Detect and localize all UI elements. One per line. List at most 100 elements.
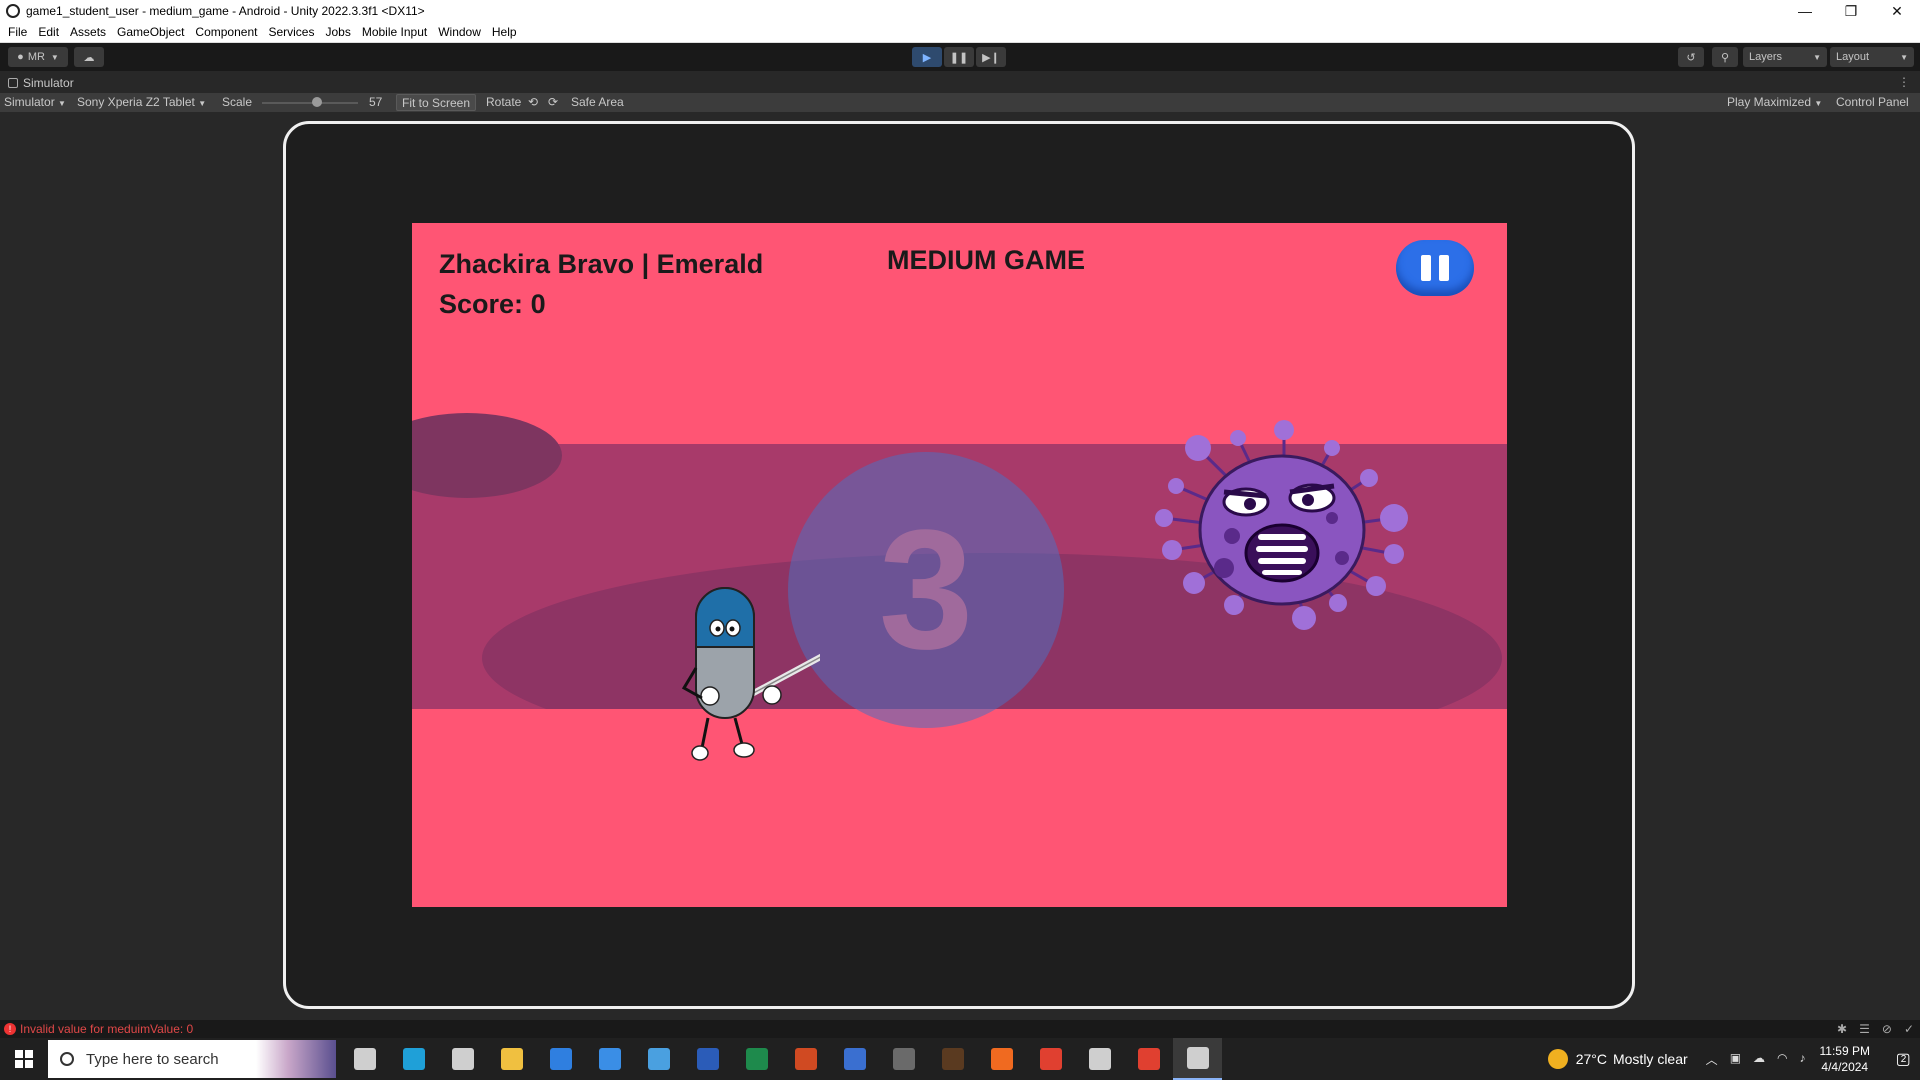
menu-component[interactable]: Component xyxy=(191,25,264,39)
bug-icon[interactable]: ✱ xyxy=(1837,1022,1847,1036)
taskbar-search-box[interactable]: Type here to search xyxy=(48,1040,336,1078)
pause-editor-button[interactable]: ❚❚ xyxy=(944,47,974,67)
error-icon: ! xyxy=(4,1023,16,1035)
minecraft-icon xyxy=(941,1048,964,1070)
menu-mobile-input[interactable]: Mobile Input xyxy=(358,25,434,39)
menu-gameobject[interactable]: GameObject xyxy=(113,25,191,39)
onedrive-icon[interactable]: ☁ xyxy=(1753,1051,1765,1068)
safe-area-toggle[interactable]: Safe Area xyxy=(571,95,624,109)
menu-assets[interactable]: Assets xyxy=(66,25,113,39)
system-tray: 27°C Mostly clear ︿ ▣ ☁ ◠ ♪ 11:59 PM 4/4… xyxy=(1547,1038,1920,1080)
taskbar-app-button[interactable] xyxy=(487,1038,536,1080)
scale-slider-handle[interactable] xyxy=(311,97,322,107)
taskbar-app-button[interactable] xyxy=(1026,1038,1075,1080)
weather-condition[interactable]: Mostly clear xyxy=(1613,1051,1688,1067)
taskbar-app-button[interactable] xyxy=(732,1038,781,1080)
close-button[interactable]: ✕ xyxy=(1874,0,1920,22)
taskbar-app-button[interactable] xyxy=(1124,1038,1173,1080)
cache-icon[interactable]: ☰ xyxy=(1859,1022,1870,1036)
taskbar-app-button[interactable] xyxy=(683,1038,732,1080)
menu-help[interactable]: Help xyxy=(488,25,524,39)
menu-edit[interactable]: Edit xyxy=(34,25,66,39)
window-controls: — ❐ ✕ xyxy=(1782,0,1920,22)
score-label: Score: xyxy=(439,289,524,319)
taskbar-app-button[interactable] xyxy=(340,1038,389,1080)
network-icon[interactable]: ⊘ xyxy=(1882,1022,1892,1036)
taskbar-app-button[interactable] xyxy=(879,1038,928,1080)
step-icon: ▶❙ xyxy=(982,51,1000,64)
taskbar-app-button[interactable] xyxy=(1173,1038,1222,1080)
control-panel-button[interactable]: Control Panel xyxy=(1836,95,1909,109)
cloud-button[interactable]: ☁ xyxy=(74,47,104,67)
play-button[interactable]: ▶ xyxy=(912,47,942,67)
menu-services[interactable]: Services xyxy=(264,25,321,39)
edge-icon xyxy=(402,1048,425,1070)
menu-file[interactable]: File xyxy=(4,25,34,39)
console-status-bar[interactable]: ! Invalid value for meduimValue: 0 ✱ ☰ ⊘… xyxy=(0,1020,1920,1038)
taskbar-app-button[interactable] xyxy=(928,1038,977,1080)
wifi-icon[interactable]: ◠ xyxy=(1777,1051,1787,1068)
more-options-icon[interactable]: ⋮ xyxy=(1898,75,1910,89)
weather-temperature[interactable]: 27°C xyxy=(1576,1051,1607,1067)
simulator-toolbar: Simulator ▼ Sony Xperia Z2 Tablet ▼ Scal… xyxy=(0,93,1920,112)
taskbar-app-button[interactable] xyxy=(438,1038,487,1080)
window-title-bar: game1_student_user - medium_game - Andro… xyxy=(0,0,1920,22)
tray-icons: ︿ ▣ ☁ ◠ ♪ xyxy=(1706,1051,1806,1068)
rotate-left-icon[interactable]: ⟲ xyxy=(528,95,538,109)
search-button[interactable]: ⚲ xyxy=(1712,47,1738,67)
clock-time: 11:59 PM xyxy=(1819,1044,1870,1058)
countdown-circle: 3 xyxy=(788,452,1064,728)
taskbar-app-button[interactable] xyxy=(977,1038,1026,1080)
taskbar-app-button[interactable] xyxy=(585,1038,634,1080)
play-mode-dropdown[interactable]: Play Maximized ▼ xyxy=(1727,95,1822,109)
taskbar-app-button[interactable] xyxy=(781,1038,830,1080)
simulator-tab[interactable]: Simulator ⋮ xyxy=(0,73,1920,93)
taskbar-app-button[interactable] xyxy=(536,1038,585,1080)
taskbar-app-button[interactable] xyxy=(1075,1038,1124,1080)
fit-to-screen-button[interactable]: Fit to Screen xyxy=(396,94,476,111)
device-dropdown[interactable]: Sony Xperia Z2 Tablet ▼ xyxy=(77,95,206,109)
menu-window[interactable]: Window xyxy=(434,25,488,39)
game-screen[interactable]: Zhackira Bravo | Emerald Score: 0 MEDIUM… xyxy=(412,223,1507,907)
account-icon: ● xyxy=(17,51,24,63)
history-icon: ↺ xyxy=(1686,51,1696,64)
pause-button[interactable] xyxy=(1396,240,1474,296)
clock[interactable]: 11:59 PM 4/4/2024 xyxy=(1820,1043,1870,1075)
app-stack-icon xyxy=(843,1048,866,1070)
menu-jobs[interactable]: Jobs xyxy=(321,25,357,39)
weather-moon-icon[interactable] xyxy=(1547,1049,1568,1069)
taskbar-app-button[interactable] xyxy=(634,1038,683,1080)
mail-icon xyxy=(598,1048,621,1070)
simulator-tab-title: Simulator xyxy=(23,76,74,90)
notification-center-button[interactable]: ▢ 2 xyxy=(1882,1038,1920,1080)
taskbar-app-button[interactable] xyxy=(389,1038,438,1080)
simulator-icon xyxy=(8,78,18,88)
simulator-mode-dropdown[interactable]: Simulator ▼ xyxy=(4,95,66,109)
score-display: Score: 0 xyxy=(439,289,546,320)
undo-history-button[interactable]: ↺ xyxy=(1678,47,1704,67)
pause-bar-icon xyxy=(1439,255,1449,281)
layers-dropdown[interactable]: Layers ▼ xyxy=(1743,47,1827,67)
taskbar-app-button[interactable] xyxy=(830,1038,879,1080)
excel-icon xyxy=(745,1048,768,1070)
step-button[interactable]: ▶❙ xyxy=(976,47,1006,67)
chevron-up-icon[interactable]: ︿ xyxy=(1706,1051,1718,1068)
notification-count: 2 xyxy=(1900,1053,1907,1065)
windows-logo-icon xyxy=(15,1050,33,1068)
volume-icon[interactable]: ♪ xyxy=(1800,1051,1806,1068)
restore-button[interactable]: ❐ xyxy=(1828,0,1874,22)
pause-icon: ❚❚ xyxy=(949,51,969,64)
layout-dropdown[interactable]: Layout ▼ xyxy=(1830,47,1914,67)
rotate-right-icon[interactable]: ⟳ xyxy=(548,95,558,109)
scale-slider[interactable] xyxy=(262,102,358,104)
device-label: Sony Xperia Z2 Tablet xyxy=(77,95,195,109)
search-icon: ⚲ xyxy=(1720,51,1730,64)
start-button[interactable] xyxy=(0,1038,48,1080)
meet-now-icon[interactable]: ▣ xyxy=(1730,1051,1741,1068)
minimize-button[interactable]: — xyxy=(1782,0,1828,22)
game-title: MEDIUM GAME xyxy=(887,245,1085,275)
console-error-message[interactable]: Invalid value for meduimValue: 0 xyxy=(20,1022,193,1036)
pause-bar-icon xyxy=(1421,255,1431,281)
checkmark-icon[interactable]: ✓ xyxy=(1904,1022,1914,1036)
account-dropdown[interactable]: ● MR ▼ xyxy=(8,47,68,67)
